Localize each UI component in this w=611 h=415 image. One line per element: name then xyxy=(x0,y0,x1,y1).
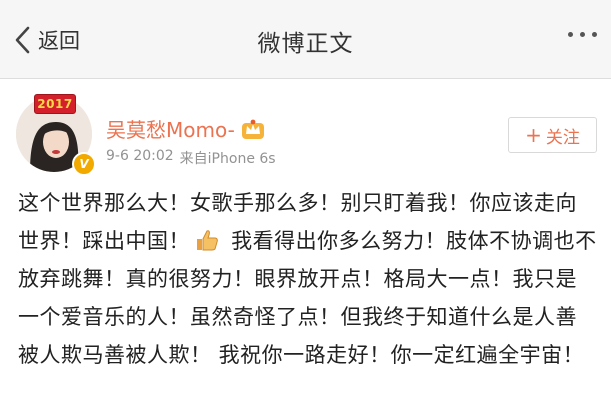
follow-button[interactable]: + 关注 xyxy=(508,117,597,153)
plus-icon: + xyxy=(525,123,542,147)
verified-badge-icon: V xyxy=(72,152,96,176)
thumbs-up-icon xyxy=(197,230,218,251)
follow-label: 关注 xyxy=(545,127,580,148)
post-text: 这个世界那么大！女歌手那么多！别只盯着我！你应该走向世界！踩出中国！ 我看得出你… xyxy=(18,184,598,374)
avatar-container[interactable]: 2017 V xyxy=(16,94,96,176)
dot-icon xyxy=(568,32,573,37)
post-time: 9-6 20:02 xyxy=(106,148,174,164)
top-navbar: 返回 微博正文 xyxy=(0,0,611,79)
username-link[interactable]: 吴莫愁Momo- xyxy=(106,114,235,143)
dot-icon xyxy=(580,32,585,37)
post-source: 来自iPhone 6s xyxy=(179,151,276,167)
vip-crown-icon[interactable] xyxy=(241,118,265,140)
dot-icon xyxy=(592,32,597,37)
page-title: 微博正文 xyxy=(257,31,354,57)
post-meta: 9-6 20:02 来自iPhone 6s xyxy=(106,148,276,168)
year-badge: 2017 xyxy=(34,94,76,114)
more-options-button[interactable] xyxy=(568,32,597,37)
username-row: 吴莫愁Momo- xyxy=(106,114,265,143)
